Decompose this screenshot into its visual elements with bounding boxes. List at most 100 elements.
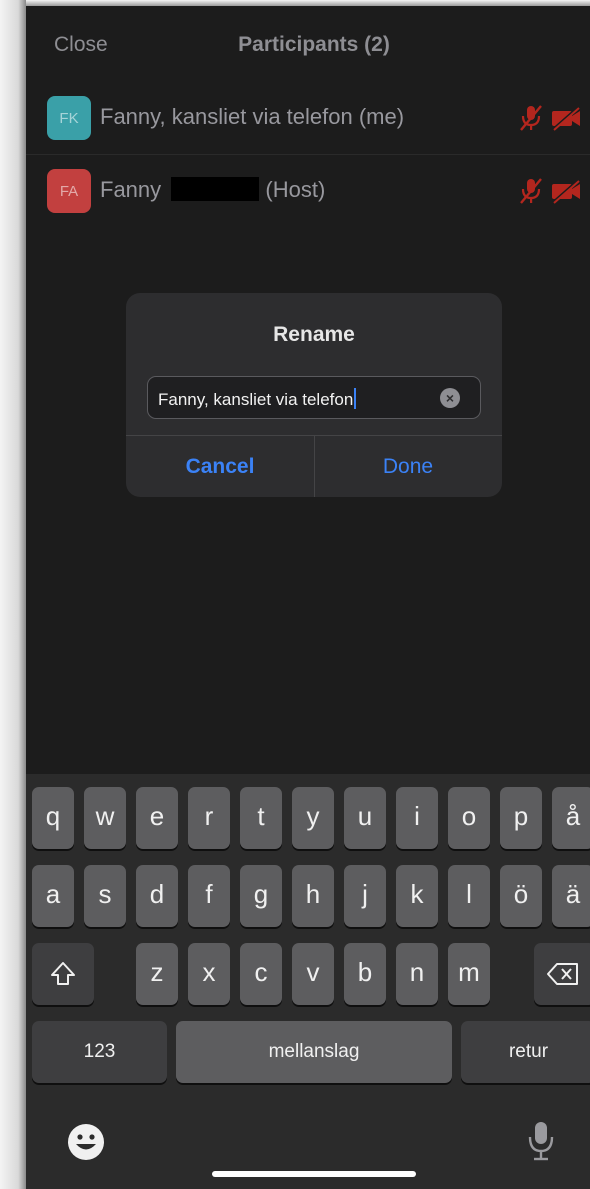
key[interactable]: ö (500, 865, 542, 927)
key[interactable]: r (188, 787, 230, 849)
key[interactable]: e (136, 787, 178, 849)
key-label: mellanslag (268, 1041, 360, 1062)
key-label: x (202, 956, 216, 987)
key[interactable]: c (240, 943, 282, 1005)
key-label: t (257, 800, 265, 831)
page-title: Participants (2) (238, 33, 390, 56)
key-label: f (205, 878, 213, 909)
key-label: ö (513, 878, 529, 909)
backspace-icon (547, 963, 578, 985)
key-label: y (306, 800, 320, 831)
key[interactable]: d (136, 865, 178, 927)
key[interactable]: s (84, 865, 126, 927)
key[interactable]: b (344, 943, 386, 1005)
shift-key[interactable] (32, 943, 94, 1005)
key-label: å (565, 800, 581, 831)
key-label: e (149, 800, 165, 831)
key-label: g (253, 878, 269, 909)
key[interactable]: a (32, 865, 74, 927)
cancel-button[interactable]: Cancel (126, 436, 315, 497)
rename-dialog: Rename Fanny, kansliet via telefon × Can… (126, 293, 502, 497)
key-label: b (357, 956, 373, 987)
rename-input-text: Fanny, kansliet via telefon (158, 388, 357, 410)
participants-header: Close Participants (2) (26, 6, 590, 82)
muted-mic-icon (520, 105, 542, 131)
rename-input-value: Fanny, kansliet via telefon (158, 390, 354, 409)
key-label: retur (508, 1041, 549, 1062)
key[interactable]: w (84, 787, 126, 849)
key[interactable]: p (500, 787, 542, 849)
key-label: k (410, 878, 424, 909)
home-indicator[interactable] (212, 1171, 416, 1177)
clear-text-icon[interactable]: × (440, 388, 460, 408)
key-label: 123 (83, 1041, 116, 1062)
participant-name: Fanny, kansliet via telefon (me) (100, 104, 405, 129)
key[interactable]: k (396, 865, 438, 927)
microphone-icon[interactable] (526, 1120, 556, 1162)
return-key[interactable]: retur (461, 1021, 590, 1083)
muted-mic-icon (520, 178, 542, 204)
avatar: FA (47, 169, 91, 213)
key-label: l (466, 878, 472, 909)
key-label: c (254, 956, 268, 987)
key[interactable]: o (448, 787, 490, 849)
keyboard: q w e r t y u i o p å a s d f g h j k l … (26, 774, 590, 1189)
key-label: z (150, 956, 164, 987)
key-label: ä (565, 878, 581, 909)
key-label: v (306, 956, 320, 987)
key-label: r (204, 800, 214, 831)
key[interactable]: x (188, 943, 230, 1005)
phone-screen: Close Participants (2) FK Fanny, kanslie… (26, 6, 590, 1189)
key[interactable]: q (32, 787, 74, 849)
key[interactable]: g (240, 865, 282, 927)
emoji-icon[interactable] (66, 1122, 106, 1162)
video-off-icon (552, 106, 580, 131)
key-label: i (414, 800, 420, 831)
key-label: n (409, 956, 425, 987)
key[interactable]: ä (552, 865, 590, 927)
key[interactable]: m (448, 943, 490, 1005)
key[interactable]: f (188, 865, 230, 927)
participant-status-icons (518, 104, 582, 132)
numbers-key[interactable]: 123 (32, 1021, 167, 1083)
participant-row[interactable]: FA Fanny (Host) (26, 155, 590, 227)
avatar: FK (47, 96, 91, 140)
key[interactable]: å (552, 787, 590, 849)
key[interactable]: v (292, 943, 334, 1005)
host-label: (Host) (265, 177, 326, 202)
delete-key[interactable] (534, 943, 590, 1005)
key[interactable]: t (240, 787, 282, 849)
screen-edge (0, 0, 26, 1189)
key-label: o (461, 800, 477, 831)
key-label: h (305, 878, 321, 909)
redaction-bar (171, 177, 260, 201)
text-caret (354, 388, 357, 409)
key-label: a (45, 878, 61, 909)
key[interactable]: y (292, 787, 334, 849)
key-label: s (98, 878, 112, 909)
key-label: j (362, 878, 368, 909)
key[interactable]: n (396, 943, 438, 1005)
key-label: d (149, 878, 165, 909)
participant-row[interactable]: FK Fanny, kansliet via telefon (me) (26, 82, 590, 155)
dialog-buttons: Cancel Done (126, 435, 502, 497)
key-label: p (513, 800, 529, 831)
key-label: q (45, 800, 61, 831)
done-button[interactable]: Done (314, 436, 502, 497)
rename-input[interactable]: Fanny, kansliet via telefon × (147, 376, 481, 419)
shift-icon (51, 962, 75, 985)
key[interactable]: h (292, 865, 334, 927)
participant-name: Fanny (Host) (100, 177, 325, 203)
video-off-icon (552, 179, 580, 204)
key[interactable]: i (396, 787, 438, 849)
key[interactable]: u (344, 787, 386, 849)
participant-name-prefix: Fanny (100, 177, 162, 202)
key[interactable]: j (344, 865, 386, 927)
key-label: u (357, 800, 373, 831)
dialog-title: Rename (273, 323, 355, 346)
key-label: m (458, 956, 480, 987)
space-key[interactable]: mellanslag (176, 1021, 452, 1083)
key[interactable]: z (136, 943, 178, 1005)
key[interactable]: l (448, 865, 490, 927)
key-label: w (95, 800, 115, 831)
